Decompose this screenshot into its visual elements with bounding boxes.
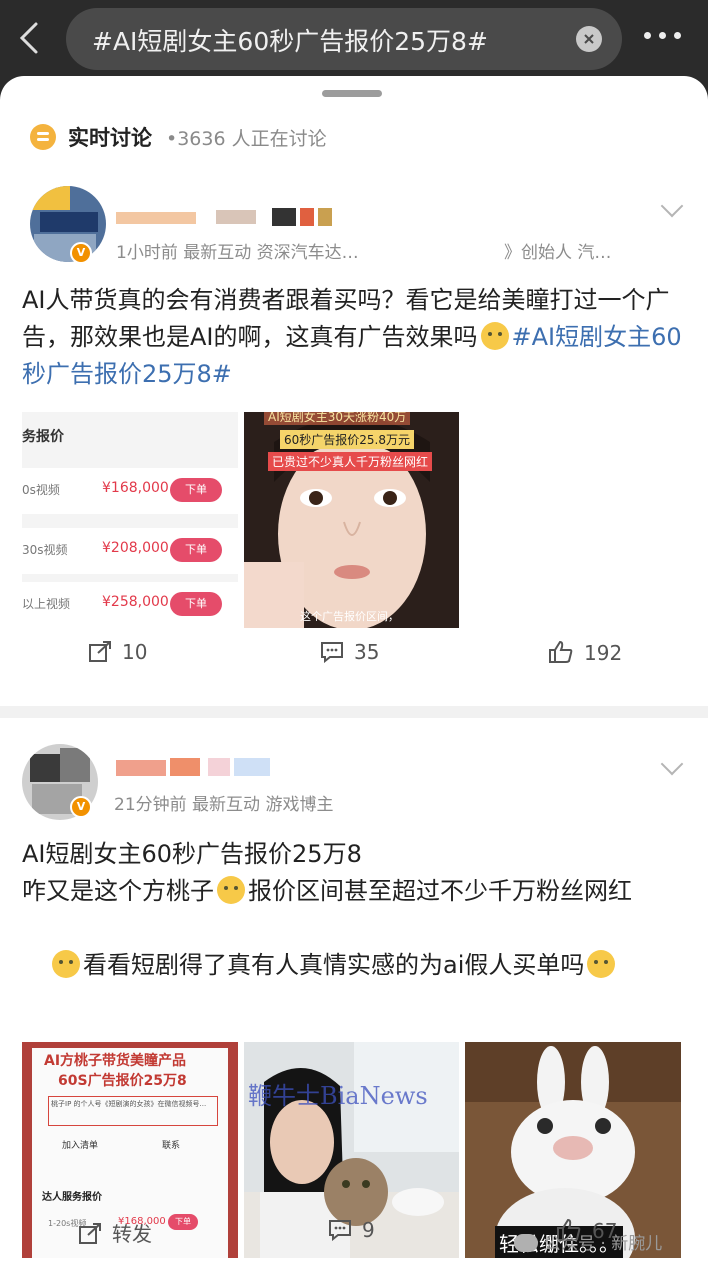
price-row: 以上视频 ¥258,000 下单 — [22, 582, 238, 628]
username[interactable] — [116, 206, 356, 228]
card-row-btn: 下单 — [168, 1214, 198, 1230]
back-icon[interactable] — [14, 18, 48, 58]
comment-icon — [329, 1220, 351, 1241]
like-button[interactable]: 192 — [548, 640, 622, 665]
discussion-icon — [30, 124, 56, 150]
discussion-sheet: 实时讨论 •3636 人正在讨论 V 1小时前 最新互动 资深汽车达… 》创始人… — [0, 76, 708, 1270]
post-meta: 21分钟前 最新互动 游戏博主 — [114, 795, 334, 815]
discussion-title: 实时讨论 — [68, 126, 152, 150]
image-watermark: 鞭牛士BiaNews — [248, 1082, 428, 1110]
image-caption: 60秒广告报价25.8万元 — [280, 430, 414, 449]
price-title: 务报价 — [22, 429, 64, 445]
post-meta-tail: 》创始人 汽… — [504, 243, 612, 263]
discussion-count: •3636 人正在讨论 — [166, 128, 327, 150]
post-image[interactable]: 务报价 0s视频 ¥168,000 下单 30s视频 ¥208,000 下单 以… — [22, 412, 238, 628]
source-watermark: 公众号 · 新腕儿 — [514, 1229, 662, 1254]
post-card: V 21分钟前 最新互动 游戏博主 AI短剧女主60秒广告报价25万8 咋又是这… — [0, 736, 708, 1270]
search-query[interactable]: #AI短剧女主60秒广告报价25万8# — [92, 22, 488, 58]
repost-button[interactable]: 10 — [88, 640, 147, 664]
price-row: 0s视频 ¥168,000 下单 — [22, 468, 238, 514]
chevron-down-icon[interactable] — [660, 194, 684, 218]
post-card: V 1小时前 最新互动 资深汽车达… 》创始人 汽… AI人带货真的会有消费者跟… — [0, 176, 708, 706]
comment-icon — [321, 642, 343, 663]
card-title: AI方桃子带货美瞳产品 — [44, 1053, 187, 1069]
more-icon[interactable] — [644, 26, 684, 46]
avatar[interactable] — [30, 186, 106, 262]
grin-emoji — [52, 950, 80, 978]
image-subtitle: 这个广告报价区间， — [300, 610, 399, 623]
card-title: 60S广告报价25万8 — [58, 1073, 187, 1089]
post-divider — [0, 706, 708, 718]
comment-button[interactable]: 35 — [320, 640, 379, 664]
card-section: 达人服务报价 — [42, 1192, 102, 1203]
wechat-icon — [514, 1234, 538, 1252]
clear-icon[interactable] — [576, 26, 602, 52]
image-caption: AI短剧女主30天涨粉40万 — [264, 412, 411, 425]
post-meta: 1小时前 最新互动 资深汽车达… — [116, 243, 359, 263]
post-image[interactable]: AI短剧女主30天涨粉40万 60秒广告报价25.8万元 已贵过不少真人千万粉丝… — [244, 412, 459, 628]
repost-button[interactable]: 转发 — [78, 1218, 152, 1247]
sheet-handle[interactable] — [322, 90, 382, 97]
share-icon — [79, 1223, 101, 1244]
thumbs-up-icon — [549, 640, 573, 663]
image-caption: 已贵过不少真人千万粉丝网红 — [268, 452, 433, 471]
chevron-down-icon[interactable] — [660, 752, 684, 776]
price-row: 30s视频 ¥208,000 下单 — [22, 528, 238, 574]
crying-emoji — [217, 876, 245, 904]
share-icon — [89, 641, 111, 662]
post-text: AI短剧女主60秒广告报价25万8 咋又是这个方桃子 报价区间甚至超过不少千万粉丝… — [22, 840, 632, 905]
post-text-line: 看看短剧得了真有人真情实感的为ai假人买单吗 — [22, 947, 684, 984]
verified-badge: V — [70, 796, 92, 818]
search-bar[interactable]: #AI短剧女主60秒广告报价25万8# — [66, 8, 622, 70]
card-intro: 桃子IP 的个人号《短剧演的女孩》在微信视频号... — [48, 1096, 218, 1126]
card-add: 加入清单 — [62, 1141, 99, 1151]
verified-badge: V — [70, 242, 92, 264]
card-contact: 联系 — [162, 1141, 181, 1151]
laughing-emoji — [587, 950, 616, 978]
smirk-emoji — [480, 322, 509, 350]
username[interactable] — [116, 756, 276, 778]
post-text: AI人带货真的会有消费者跟着买吗？看它是给美瞳打过一个广告，那效果也是AI的啊，… — [22, 286, 682, 388]
comment-button[interactable]: 9 — [328, 1218, 375, 1242]
